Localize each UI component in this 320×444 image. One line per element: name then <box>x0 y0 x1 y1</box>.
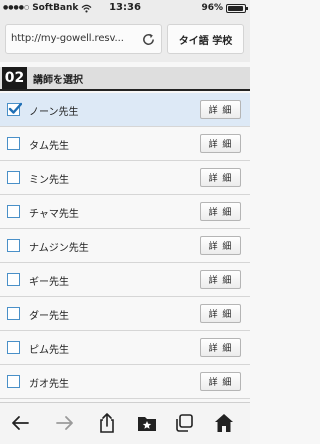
detail-button[interactable]: 詳 細 <box>200 236 241 255</box>
battery-percent: 96% <box>201 3 223 13</box>
tabs-button[interactable] <box>172 411 196 435</box>
home-button[interactable] <box>212 411 236 435</box>
browser-toolbar: http://my-gowell.resv... タイ語 学校 <box>0 18 250 62</box>
teacher-checkbox[interactable] <box>7 239 20 252</box>
teacher-name: ナムジン先生 <box>29 243 89 254</box>
teacher-row[interactable]: ガオ先生 詳 細 <box>0 365 250 399</box>
teacher-name: タム先生 <box>29 141 69 152</box>
teacher-name: ノーン先生 <box>29 107 79 118</box>
language-school-button[interactable]: タイ語 学校 <box>167 24 244 54</box>
checkmark-icon <box>8 102 22 114</box>
battery-tip <box>246 6 248 10</box>
back-button[interactable] <box>8 411 32 435</box>
detail-button[interactable]: 詳 細 <box>200 168 241 187</box>
detail-button[interactable]: 詳 細 <box>200 202 241 221</box>
teacher-checkbox[interactable] <box>7 171 20 184</box>
address-bar[interactable]: http://my-gowell.resv... <box>5 24 162 54</box>
teacher-row[interactable]: チャマ先生 詳 細 <box>0 195 250 229</box>
teacher-row[interactable]: ピム先生 詳 細 <box>0 331 250 365</box>
teacher-name: ミン先生 <box>29 175 69 186</box>
detail-button[interactable]: 詳 細 <box>200 338 241 357</box>
carrier-name: SoftBank <box>32 3 79 13</box>
detail-button[interactable]: 詳 細 <box>200 304 241 323</box>
status-right: 96% <box>201 3 248 13</box>
detail-button[interactable]: 詳 細 <box>200 134 241 153</box>
teacher-checkbox[interactable] <box>7 137 20 150</box>
teacher-checkbox[interactable] <box>7 102 22 116</box>
home-icon <box>215 414 233 432</box>
teacher-row[interactable]: ギー先生 詳 細 <box>0 263 250 297</box>
signal-strength-icon: ●●●●○ <box>3 4 30 11</box>
forward-button[interactable] <box>53 411 77 435</box>
bookmarks-folder-icon <box>138 417 156 431</box>
teacher-name: ギー先生 <box>29 277 69 288</box>
url-text: http://my-gowell.resv... <box>11 33 124 44</box>
detail-button[interactable]: 詳 細 <box>200 372 241 391</box>
section-number: 02 <box>2 67 27 89</box>
reload-icon[interactable] <box>141 32 156 47</box>
teacher-name: チャマ先生 <box>29 209 79 220</box>
battery-icon <box>226 3 248 13</box>
detail-button[interactable]: 詳 細 <box>200 100 241 119</box>
status-bar: ●●●●○ SoftBank 13:36 96% <box>0 0 250 18</box>
teacher-name: ガオ先生 <box>29 379 69 390</box>
battery-level-fill <box>228 5 244 11</box>
section-title: 講師を選択 <box>33 74 83 86</box>
teacher-row[interactable]: ミン先生 詳 細 <box>0 161 250 195</box>
share-icon <box>100 413 114 433</box>
teacher-checkbox[interactable] <box>7 273 20 286</box>
tabs-icon <box>176 414 193 432</box>
teacher-list: ノーン先生 詳 細 タム先生 詳 細 ミン先生 詳 細 チャマ先生 詳 細 ナム… <box>0 93 250 399</box>
teacher-checkbox[interactable] <box>7 307 20 320</box>
teacher-row[interactable]: ダー先生 詳 細 <box>0 297 250 331</box>
teacher-row[interactable]: ノーン先生 詳 細 <box>0 93 250 127</box>
teacher-row[interactable]: タム先生 詳 細 <box>0 127 250 161</box>
bookmarks-button[interactable] <box>135 411 159 435</box>
teacher-checkbox[interactable] <box>7 375 20 388</box>
browser-bottom-bar <box>0 402 250 444</box>
teacher-checkbox[interactable] <box>7 205 20 218</box>
teacher-name: ダー先生 <box>29 311 69 322</box>
forward-arrow-icon <box>56 416 73 430</box>
detail-button[interactable]: 詳 細 <box>200 270 241 289</box>
share-button[interactable] <box>95 411 119 435</box>
status-left: ●●●●○ SoftBank <box>3 3 92 13</box>
teacher-checkbox[interactable] <box>7 341 20 354</box>
teacher-row[interactable]: ナムジン先生 詳 細 <box>0 229 250 263</box>
back-arrow-icon <box>12 416 29 430</box>
teacher-name: ピム先生 <box>29 345 69 356</box>
wifi-icon <box>81 4 92 13</box>
section-header: 02 講師を選択 <box>0 67 250 91</box>
